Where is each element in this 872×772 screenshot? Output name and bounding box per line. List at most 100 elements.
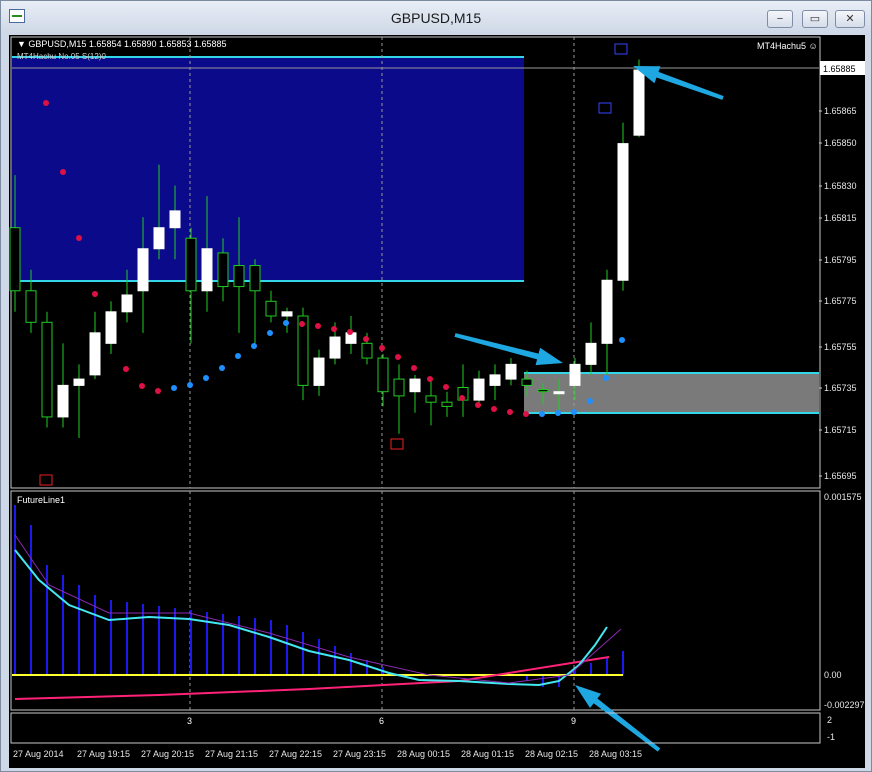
candle-body xyxy=(489,374,501,386)
sar-dot-red xyxy=(523,411,529,417)
sar-dot-blue xyxy=(587,398,593,404)
sar-dot-red xyxy=(427,376,433,382)
maximize-button[interactable]: ▭ xyxy=(802,10,828,28)
candle-body xyxy=(473,378,485,401)
candle-body xyxy=(425,395,437,403)
sar-dot-blue xyxy=(555,410,561,416)
time-axis-label: 27 Aug 2014 xyxy=(13,749,64,759)
bottom-axis-label: -1 xyxy=(827,732,835,742)
sar-dot-blue xyxy=(267,330,273,336)
sar-dot-blue xyxy=(187,382,193,388)
sar-dot-blue xyxy=(603,375,609,381)
price-tick-label: 1.65695 xyxy=(824,471,857,481)
sar-dot-blue xyxy=(251,343,257,349)
expert-label: MT4Hachu5 ☺ xyxy=(757,41,818,51)
sar-dot-red xyxy=(475,402,481,408)
chart-header: ▼ GBPUSD,M15 1.65854 1.65890 1.65853 1.6… xyxy=(17,39,227,49)
candle-body xyxy=(265,300,277,317)
candle-body xyxy=(137,248,149,292)
price-tick-label: 1.65775 xyxy=(824,296,857,306)
sar-dot-blue xyxy=(203,375,209,381)
price-tick-label: 1.65715 xyxy=(824,425,857,435)
sar-dot-red xyxy=(139,383,145,389)
price-tick-label: 1.65735 xyxy=(824,383,857,393)
bar-number-label: 9 xyxy=(571,716,576,726)
price-tick-label: 1.65830 xyxy=(824,181,857,191)
price-tick-label: 1.65865 xyxy=(824,106,857,116)
time-axis-label: 28 Aug 03:15 xyxy=(589,749,642,759)
candle-body xyxy=(361,342,373,359)
candle-body xyxy=(89,332,101,376)
sar-dot-red xyxy=(411,365,417,371)
sar-dot-red xyxy=(507,409,513,415)
candle-body xyxy=(569,363,581,386)
candle-body xyxy=(105,311,117,344)
time-axis-label: 28 Aug 02:15 xyxy=(525,749,578,759)
sar-dot-blue xyxy=(235,353,241,359)
bottom-axis-label: 2 xyxy=(827,715,832,725)
candle-body xyxy=(57,384,69,418)
sar-dot-red xyxy=(443,384,449,390)
candle-body xyxy=(553,391,565,395)
bar-number-label: 3 xyxy=(187,716,192,726)
price-tick-label: 1.65850 xyxy=(824,138,857,148)
sar-dot-red xyxy=(76,235,82,241)
title-bar[interactable]: GBPUSD,M15 − ▭ ✕ xyxy=(1,1,871,35)
sar-dot-red xyxy=(92,291,98,297)
candle-body xyxy=(9,227,21,292)
close-button[interactable]: ✕ xyxy=(835,10,865,28)
resistance-zone xyxy=(12,57,524,281)
sar-dot-red xyxy=(60,169,66,175)
candle-body xyxy=(217,252,229,288)
price-tick-label: 1.65795 xyxy=(824,255,857,265)
candle-body xyxy=(233,265,245,288)
sar-dot-red xyxy=(363,336,369,342)
time-axis-label: 27 Aug 20:15 xyxy=(141,749,194,759)
candle-body xyxy=(505,363,517,380)
price-tick-label: 1.65815 xyxy=(824,213,857,223)
sar-dot-blue xyxy=(539,411,545,417)
candle-body xyxy=(441,401,453,407)
sub-tick-label: 0.00 xyxy=(824,670,842,680)
candle-body xyxy=(601,279,613,344)
minimize-button[interactable]: − xyxy=(767,10,793,28)
sar-dot-red xyxy=(43,100,49,106)
candle-body xyxy=(585,342,597,365)
sub-panel-label: FutureLine1 xyxy=(17,495,65,505)
time-axis-label: 27 Aug 21:15 xyxy=(205,749,258,759)
candle-body xyxy=(249,265,261,292)
candle-body xyxy=(25,290,37,323)
sar-dot-red xyxy=(315,323,321,329)
sar-dot-blue xyxy=(619,337,625,343)
sar-dot-red xyxy=(459,395,465,401)
candle-body xyxy=(617,143,629,281)
window-title: GBPUSD,M15 xyxy=(390,10,482,26)
sar-dot-red xyxy=(123,366,129,372)
sar-dot-red xyxy=(299,321,305,327)
sar-dot-blue xyxy=(283,320,289,326)
candle-body xyxy=(537,389,549,393)
support-zone xyxy=(524,373,819,413)
candle-body xyxy=(41,321,53,418)
candle-body xyxy=(73,378,85,386)
price-tick-label: 1.65755 xyxy=(824,342,857,352)
sar-dot-red xyxy=(347,329,353,335)
chart-window: GBPUSD,M15 − ▭ ✕ 1.65885 1.65865 1.65850 1.… xyxy=(0,0,872,772)
time-axis-label: 27 Aug 23:15 xyxy=(333,749,386,759)
candle-body xyxy=(201,248,213,292)
chart-canvas[interactable]: 1.65885 1.65865 1.65850 1.65830 1.65815 1.657… xyxy=(9,35,865,768)
sar-dot-blue xyxy=(171,385,177,391)
sar-dot-red xyxy=(491,406,497,412)
candle-body xyxy=(121,294,133,313)
indicator-label: MT4Hachu No.05 S(12)0 xyxy=(17,52,106,61)
candle-body xyxy=(521,378,533,386)
sub-tick-label: -0.002297 xyxy=(824,700,865,710)
time-axis-label: 28 Aug 00:15 xyxy=(397,749,450,759)
current-price-label: 1.65885 xyxy=(823,64,856,74)
candle-body xyxy=(329,336,341,359)
chart-area[interactable]: 1.65885 1.65865 1.65850 1.65830 1.65815 1.657… xyxy=(9,35,865,768)
candle-body xyxy=(281,311,293,317)
candle-body xyxy=(169,210,181,229)
sar-dot-red xyxy=(331,326,337,332)
time-axis-label: 27 Aug 22:15 xyxy=(269,749,322,759)
